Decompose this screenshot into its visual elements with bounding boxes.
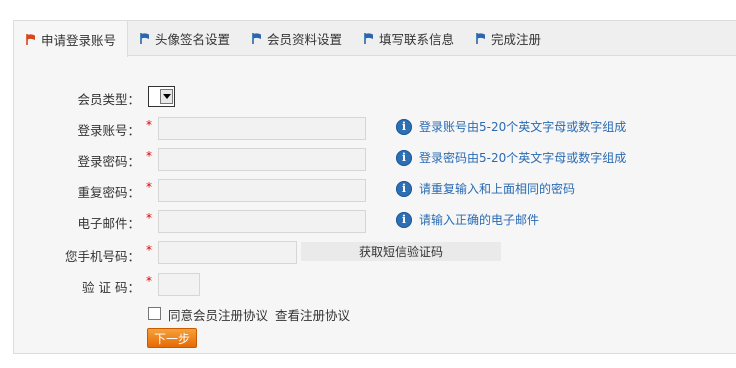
hint-text: 请输入正确的电子邮件	[419, 213, 540, 227]
tab-label: 会员资料设置	[267, 32, 343, 47]
view-agreement-link[interactable]: 查看注册协议	[275, 305, 350, 324]
required-mark: *	[146, 118, 152, 132]
info-icon: i	[396, 118, 412, 135]
account-hint: i 登录账号由5-20个英文字母或数字组成	[396, 118, 626, 135]
next-step-button[interactable]: 下一步	[147, 328, 197, 348]
tab-apply-account[interactable]: 申请登录账号	[14, 21, 128, 57]
repeat-password-hint: i 请重复输入和上面相同的密码	[396, 180, 575, 197]
get-sms-code-button[interactable]: 获取短信验证码	[301, 242, 501, 261]
flag-icon	[140, 33, 149, 44]
captcha-label: 验 证 码：	[82, 280, 140, 295]
tab-label: 完成注册	[491, 32, 542, 47]
repeat-password-label: 重复密码：	[77, 185, 140, 200]
hint-text: 登录密码由5-20个英文字母或数字组成	[419, 151, 627, 165]
phone-input[interactable]	[158, 241, 297, 264]
required-mark: *	[146, 243, 152, 257]
phone-label: 您手机号码：	[64, 249, 140, 264]
info-icon: i	[396, 149, 412, 166]
hint-text: 请重复输入和上面相同的密码	[419, 182, 576, 196]
flag-icon	[364, 33, 373, 44]
tab-label: 申请登录账号	[41, 32, 117, 48]
flag-icon	[476, 33, 485, 44]
info-icon: i	[396, 180, 412, 197]
email-input[interactable]	[158, 210, 366, 233]
tab-member-profile[interactable]: 会员资料设置	[252, 21, 342, 56]
info-icon: i	[396, 211, 412, 228]
tab-label: 头像签名设置	[155, 32, 231, 47]
captcha-input[interactable]	[158, 273, 200, 296]
tab-contact-info[interactable]: 填写联系信息	[364, 21, 454, 56]
hint-text: 登录账号由5-20个英文字母或数字组成	[419, 120, 627, 134]
member-type-label: 会员类型：	[77, 92, 140, 107]
flag-icon	[26, 33, 35, 45]
password-input[interactable]	[158, 148, 366, 171]
account-input[interactable]	[158, 117, 366, 140]
email-label: 电子邮件：	[77, 216, 140, 231]
step-tabbar: 申请登录账号 头像签名设置 会员资料设置 填写联系信息 完成注册	[14, 21, 736, 57]
required-mark: *	[146, 149, 152, 163]
repeat-password-input[interactable]	[158, 179, 366, 202]
password-hint: i 登录密码由5-20个英文字母或数字组成	[396, 149, 626, 166]
agree-checkbox[interactable]	[148, 307, 161, 320]
flag-icon	[252, 33, 261, 44]
tab-label: 填写联系信息	[379, 32, 455, 47]
chevron-down-icon	[160, 89, 173, 104]
email-hint: i 请输入正确的电子邮件	[396, 211, 539, 228]
required-mark: *	[146, 211, 152, 225]
agree-label: 同意会员注册协议	[168, 308, 269, 323]
tab-avatar-signature[interactable]: 头像签名设置	[140, 21, 230, 56]
account-label: 登录账号：	[77, 123, 140, 138]
required-mark: *	[146, 180, 152, 194]
tab-complete[interactable]: 完成注册	[476, 21, 541, 56]
member-type-select[interactable]	[148, 86, 175, 107]
password-label: 登录密码：	[77, 154, 140, 169]
required-mark: *	[146, 274, 152, 288]
